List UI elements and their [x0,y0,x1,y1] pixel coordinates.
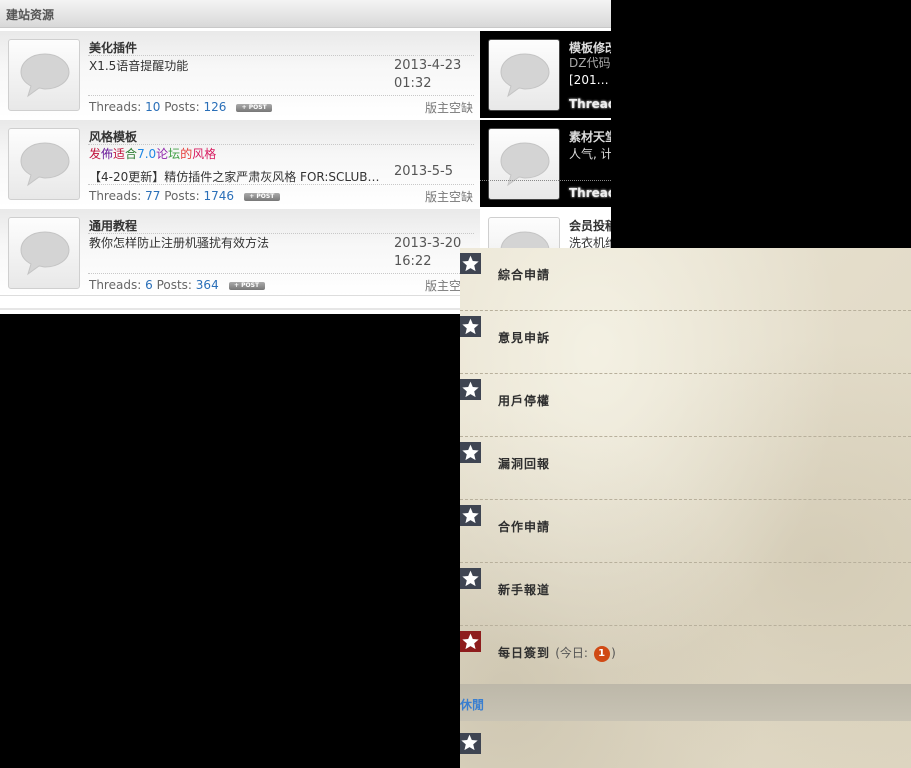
forum-icon[interactable] [488,128,560,200]
forum-stats: Threads [569,97,611,111]
forum-name[interactable]: 通用教程 [89,217,137,234]
forum-stats: Threads [569,186,611,200]
threads-count: 6 [145,278,153,292]
menu-item-label[interactable]: 新手報道 [498,581,550,598]
threads-label: Threads: [89,100,142,114]
star-icon [460,316,481,337]
forum-description: DZ代码 [569,56,611,70]
forum-item-meihua[interactable]: 美化插件 X1.5语音提醒功能 2013-4-23 01:32 Threads:… [0,31,480,118]
forum-last-post[interactable]: [2010... [569,73,609,87]
description-fragment: 格 [204,147,217,161]
menu-item-bug-report[interactable]: 漏洞回報 [460,437,911,500]
forum-last-post[interactable]: 【4-20更新】精仿插件之家严肃灰风格 FOR:SCLUB ... [89,168,381,185]
star-icon [460,505,481,526]
moderator: 版主空缺 [425,190,474,204]
threads-count: 10 [145,100,161,114]
category-title: 建站资源 [6,8,55,22]
posts-label: Posts: [164,100,200,114]
menu-item-label[interactable]: 綜合申請 [498,266,550,283]
description-fragment: 坛 [168,147,181,161]
forum-category-header[interactable]: 建站资源 [0,0,611,28]
forum-last-post[interactable]: X1.5语音提醒功能 [89,57,188,74]
menu-item-label[interactable]: 合作申請 [498,518,550,535]
forum-stats: Threads: 6 Posts: 364 + POST [89,278,265,292]
star-icon [460,253,481,274]
last-post-date: 2013-5-5 [394,163,478,181]
forum-stats: Threads: 77 Posts: 1746 + POST [89,189,280,203]
today-label-close: ) [611,646,616,660]
checkin-count-badge: 1 [594,645,611,662]
posts-count: 1746 [203,189,234,203]
description-fragment: 论 [156,147,169,161]
divider [88,184,474,185]
forum-stats: Threads: 10 Posts: 126 + POST [89,100,273,114]
posts-count: 126 [203,100,227,114]
menu-item-newbie[interactable]: 新手報道 [460,563,911,626]
divider [88,95,474,96]
forum-name[interactable]: 美化插件 [89,39,137,56]
forum-item-jiaocheng[interactable]: 通用教程 教你怎样防止注册机骚扰有效方法 2013-3-20 16:22 Thr… [0,209,480,296]
forum-name[interactable]: 风格模板 [89,128,137,145]
forum-last-post[interactable]: 教你怎样防止注册机骚扰有效方法 [89,234,269,251]
menu-section-header[interactable]: 休閒 [460,684,911,721]
sidebar-menu: 綜合申請 意見申訴 用戶停權 漏洞回報 合作申請 新手報道 每日簽到 (今日: … [460,248,911,768]
date-text: 2013-4-23 [394,58,462,73]
posts-count: 364 [195,278,219,292]
description-fragment: 发 [89,147,102,161]
date-text: 2013-5-5 [394,164,454,179]
forum-name[interactable]: 素材天堂 [569,128,611,145]
forum-item-sucaitiantang[interactable]: 素材天堂 人气, 计 Threads [480,120,611,207]
forum-icon[interactable] [8,39,80,111]
star-icon [460,379,481,400]
checkin-label[interactable]: 每日簽到 [498,646,550,660]
time-text: 01:32 [394,76,432,91]
threads-count: 77 [145,189,161,203]
posts-label: Posts: [156,278,192,292]
threads-label: Threads: [89,189,142,203]
description-fragment: 风 [192,147,205,161]
description-fragment: 合 [125,147,138,161]
forum-item-fengge[interactable]: 风格模板 发佈适合7.0论坛的风格 【4-20更新】精仿插件之家严肃灰风格 FO… [0,120,480,207]
menu-item-general-application[interactable]: 綜合申請 [460,248,911,311]
menu-item-feedback[interactable]: 意見申訴 [460,311,911,374]
divider [88,273,474,274]
new-post-button[interactable]: + POST [228,281,265,290]
star-icon [460,733,481,754]
new-post-button[interactable]: + POST [236,103,273,112]
divider [480,180,611,182]
section-title[interactable]: 休閒 [460,696,484,713]
new-post-button[interactable]: + POST [243,192,280,201]
moderator: 版主空缺 [425,101,474,115]
threads-label: Threads: [89,278,142,292]
forum-description: 人气, 计 [569,147,611,161]
forum-icon[interactable] [8,128,80,200]
description-fragment: 适 [113,147,126,161]
menu-item-partnership[interactable]: 合作申請 [460,500,911,563]
menu-item-label[interactable]: 漏洞回報 [498,455,550,472]
description-fragment: 的 [180,147,193,161]
forum-name[interactable]: 会员投稿 [569,217,611,234]
menu-item-label[interactable]: 每日簽到 (今日: 1) [498,644,616,662]
forum-item-mobanxiugai[interactable]: 模板修改 DZ代码 [2010... Threads [480,31,611,118]
menu-item-label[interactable]: 意見申訴 [498,329,550,346]
menu-item-label[interactable]: 用戶停權 [498,392,550,409]
divider [88,55,474,56]
star-icon [460,631,481,652]
forum-icon[interactable] [488,39,560,111]
forum-icon[interactable] [8,217,80,289]
posts-label: Posts: [164,189,200,203]
description-fragment: 7.0 [137,147,157,161]
star-icon [460,442,481,463]
star-icon [460,568,481,589]
forum-description: 发佈适合7.0论坛的风格 [89,145,216,162]
description-fragment: 佈 [101,147,114,161]
last-post-date: 2013-4-23 01:32 [394,57,478,93]
menu-item-user-suspension[interactable]: 用戶停權 [460,374,911,437]
today-label: (今日: [555,646,588,660]
menu-item-daily-checkin[interactable]: 每日簽到 (今日: 1) [460,626,911,689]
